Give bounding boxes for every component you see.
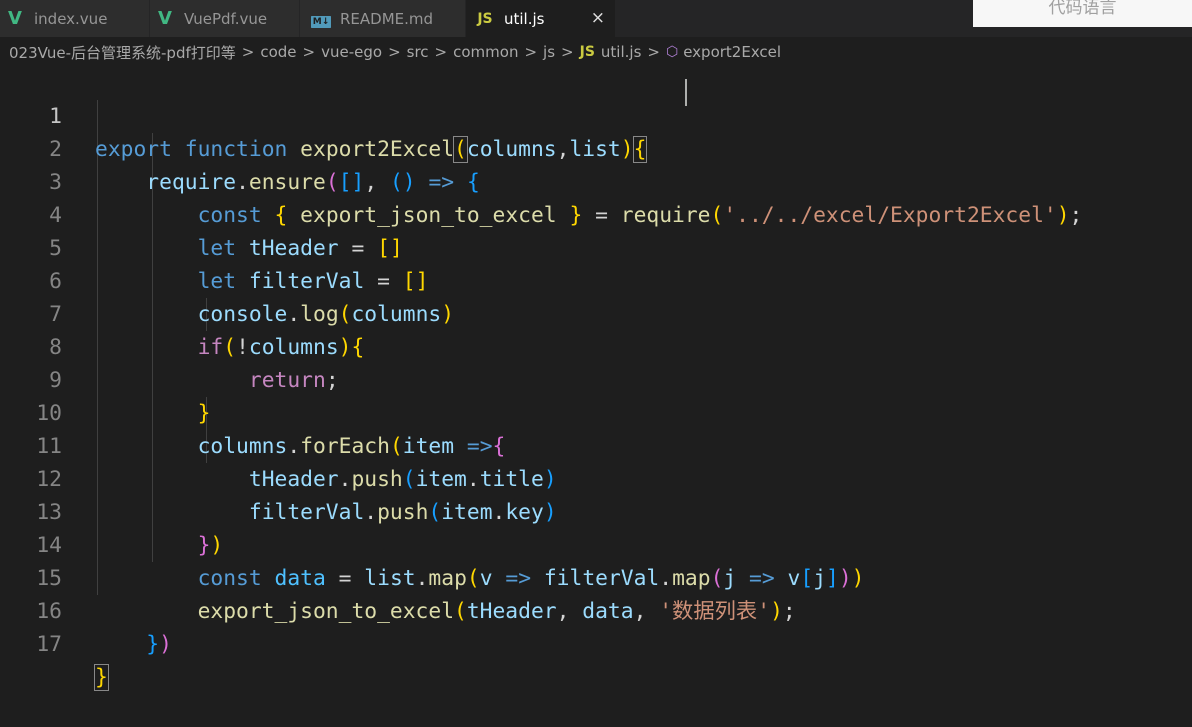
code-line: 2 require.ensure([], () => { xyxy=(0,100,1192,195)
code-line: 4 let tHeader = [] xyxy=(0,166,1192,261)
chevron-right-icon: > xyxy=(434,43,448,61)
tab-vuepdf-vue[interactable]: V VuePdf.vue xyxy=(150,0,300,37)
line-number: 17 xyxy=(36,632,62,657)
js-icon: JS xyxy=(579,44,595,60)
code-line: 3 const { export_json_to_excel } = requi… xyxy=(0,133,1192,228)
code-line: 11 tHeader.push(item.title) xyxy=(0,397,1192,492)
code-line: 17 } xyxy=(0,595,1192,691)
tab-util-js[interactable]: JS util.js × xyxy=(466,0,616,37)
chevron-right-icon: > xyxy=(647,43,660,61)
breadcrumb: 023Vue-后台管理系统-pdf打印等 > code > vue-ego > … xyxy=(0,37,1192,67)
breadcrumb-item[interactable]: common xyxy=(453,43,518,61)
chevron-right-icon: > xyxy=(561,43,574,61)
tab-label: index.vue xyxy=(34,9,108,28)
markdown-icon: M↓ xyxy=(310,15,332,28)
overlay-label: 代码语言 xyxy=(973,0,1192,27)
breadcrumb-item[interactable]: 023Vue-后台管理系统-pdf打印等 xyxy=(9,42,236,63)
chevron-right-icon: > xyxy=(241,43,255,61)
code-line: 16 }) xyxy=(0,562,1192,657)
code-line: 15 export_json_to_excel(tHeader, data, '… xyxy=(0,529,1192,624)
tab-index-vue[interactable]: V index.vue xyxy=(0,0,150,37)
tab-readme-md[interactable]: M↓ README.md xyxy=(300,0,466,37)
code-line: 1 export function export2Excel(columns,l… xyxy=(0,67,1192,163)
js-icon: JS xyxy=(477,10,493,27)
tab-label: util.js xyxy=(504,9,545,28)
breadcrumb-item[interactable]: js xyxy=(543,43,555,61)
code-line: 8 return; xyxy=(0,298,1192,393)
code-line: 10 columns.forEach(item =>{ xyxy=(0,364,1192,459)
breadcrumb-item[interactable]: export2Excel xyxy=(683,43,781,61)
vue-icon: V xyxy=(8,8,22,29)
code-line: 7 if(!columns){ xyxy=(0,265,1192,360)
code-line: 14 const data = list.map(v => filterVal.… xyxy=(0,496,1192,591)
chevron-right-icon: > xyxy=(302,43,316,61)
code-line: 5 let filterVal = [] xyxy=(0,199,1192,294)
chevron-right-icon: > xyxy=(388,43,401,61)
breadcrumb-item[interactable]: src xyxy=(407,43,429,61)
vue-icon: V xyxy=(158,8,172,29)
breadcrumb-item[interactable]: code xyxy=(260,43,296,61)
breadcrumb-item[interactable]: vue-ego xyxy=(321,43,382,61)
cube-icon: ⬡ xyxy=(665,44,679,60)
breadcrumb-item[interactable]: util.js xyxy=(601,43,641,61)
tab-label: README.md xyxy=(340,9,434,28)
code-line: 12 filterVal.push(item.key) xyxy=(0,430,1192,525)
code-line: 9 } xyxy=(0,331,1192,426)
code-editor[interactable]: 1 export function export2Excel(columns,l… xyxy=(0,67,1192,691)
tab-label: VuePdf.vue xyxy=(184,9,268,28)
code-line: 6 console.log(columns) xyxy=(0,232,1192,327)
code-line: 13 }) xyxy=(0,463,1192,558)
chevron-right-icon: > xyxy=(524,43,538,61)
close-icon[interactable]: × xyxy=(591,8,605,28)
